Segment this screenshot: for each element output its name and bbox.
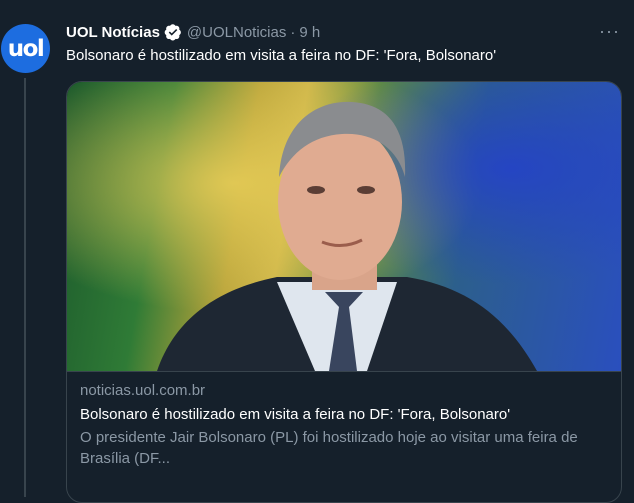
account-handle[interactable]: @UOLNoticias <box>187 24 286 41</box>
thread-line <box>24 78 26 497</box>
tweet-timestamp[interactable]: 9 h <box>299 24 320 41</box>
card-body: noticias.uol.com.br Bolsonaro é hostiliz… <box>80 382 610 469</box>
avatar[interactable]: uol <box>1 24 50 73</box>
avatar-logo-text: uol <box>7 35 45 62</box>
card-domain: noticias.uol.com.br <box>80 382 206 399</box>
card-image[interactable] <box>67 82 621 372</box>
account-name[interactable]: UOL Notícias <box>66 24 160 41</box>
separator-dot: · <box>290 23 296 41</box>
photo-illustration <box>67 82 621 371</box>
verified-badge-icon <box>164 24 181 41</box>
card-description: O presidente Jair Bolsonaro (PL) foi hos… <box>80 429 578 467</box>
tweet-text: Bolsonaro é hostilizado em visita a feir… <box>66 47 497 64</box>
card-title[interactable]: Bolsonaro é hostilizado em visita a feir… <box>80 406 610 423</box>
link-card[interactable]: noticias.uol.com.br Bolsonaro é hostiliz… <box>66 81 622 503</box>
tweet-header: UOL Notícias @UOLNoticias · 9 h <box>66 22 320 42</box>
more-options-icon[interactable]: ··· <box>599 22 620 40</box>
